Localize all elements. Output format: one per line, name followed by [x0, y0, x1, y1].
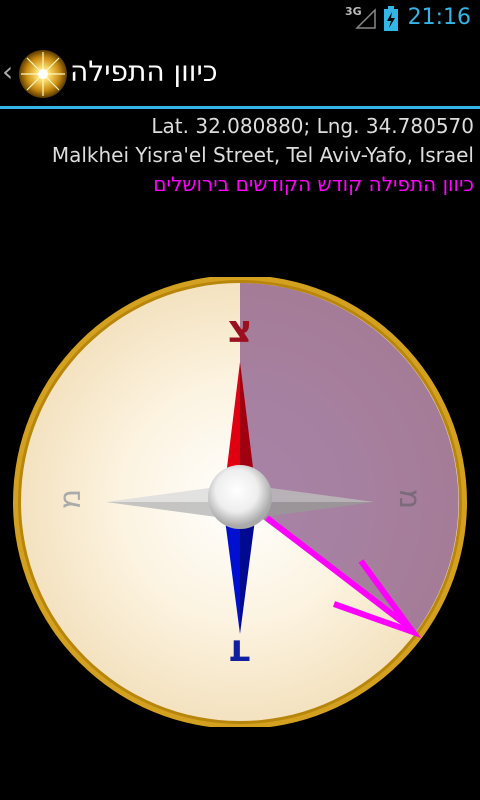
signal-icon: [355, 8, 376, 29]
prayer-direction-text: כיוון התפילה קודש הקודשים בירושלים: [153, 172, 474, 196]
battery-charging-icon: [384, 6, 398, 31]
south-label: ד: [229, 631, 251, 675]
page-title: כיוון התפילה: [70, 55, 218, 88]
address-text: Malkhei Yisra'el Street, Tel Aviv-Yafo, …: [51, 143, 474, 167]
north-label: צ: [228, 307, 253, 351]
east-label: מ: [392, 489, 427, 509]
compass[interactable]: צ ד מ מ: [11, 277, 469, 727]
status-bar: 3G 21:16: [0, 0, 480, 38]
clock: 21:16: [407, 5, 471, 30]
action-bar-divider: [0, 106, 480, 109]
west-label: מ: [53, 489, 88, 509]
action-bar[interactable]: ‹ כיוון התפילה: [0, 38, 480, 106]
compass-hub: [208, 465, 272, 529]
up-navigation-icon[interactable]: ‹: [2, 52, 13, 92]
sun-logo-icon[interactable]: [17, 48, 69, 100]
coordinates-text: Lat. 32.080880; Lng. 34.780570: [151, 114, 474, 138]
